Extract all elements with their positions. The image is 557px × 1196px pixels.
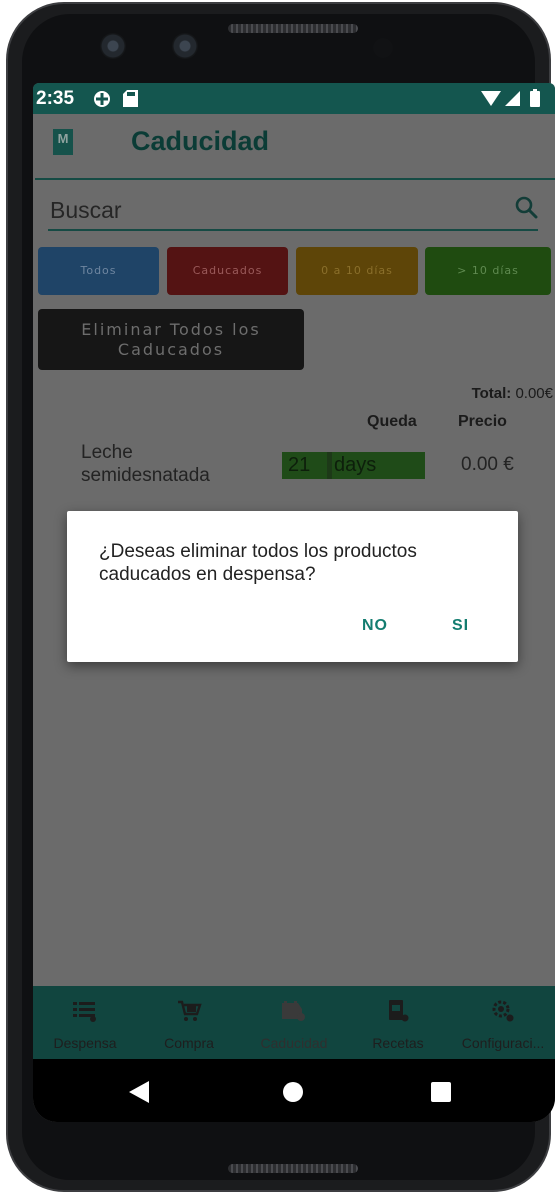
front-camera-left xyxy=(100,33,126,59)
product-price: 0.00 € xyxy=(461,454,514,475)
battery-icon xyxy=(530,89,540,107)
filter-over-10-days-button[interactable]: > 10 días xyxy=(425,247,551,295)
settings-icon xyxy=(492,1000,514,1022)
filter-todos-button[interactable]: Todos xyxy=(38,247,159,295)
front-camera-right xyxy=(172,33,198,59)
page-title: Caducidad xyxy=(131,126,270,156)
app-bar: M Caducidad xyxy=(33,114,555,178)
product-name-line1: Leche xyxy=(81,442,133,463)
nav-item-recetas[interactable]: Recetas xyxy=(346,986,450,1059)
nav-item-compra[interactable]: Compra xyxy=(137,986,241,1059)
dialog-message: ¿Deseas eliminar todos los productos cad… xyxy=(99,541,417,585)
data-saver-icon xyxy=(94,91,110,107)
bottom-speaker xyxy=(228,1164,358,1173)
total-summary: Total: 0.00€ xyxy=(472,385,553,402)
home-icon[interactable] xyxy=(282,1081,304,1103)
recents-icon[interactable] xyxy=(430,1081,452,1103)
proximity-sensor xyxy=(373,38,393,58)
days-separator xyxy=(327,452,332,479)
delete-all-label-line1: Eliminar Todos los xyxy=(81,320,261,339)
column-header-remaining: Queda xyxy=(367,413,417,430)
sd-card-icon xyxy=(123,90,138,107)
list-icon xyxy=(73,1002,96,1022)
top-speaker xyxy=(228,24,358,33)
cart-icon xyxy=(178,1000,202,1021)
days-remaining-badge: 21 days xyxy=(282,452,425,479)
nav-label-caducidad: Caducidad xyxy=(260,1035,328,1051)
recipe-icon xyxy=(389,1000,409,1022)
search-input[interactable]: Buscar xyxy=(48,191,538,231)
delete-all-label-line2: Caducados xyxy=(117,340,225,359)
system-navigation-bar xyxy=(33,1059,555,1122)
total-value: 0.00€ xyxy=(515,385,553,402)
nav-label-compra: Compra xyxy=(164,1035,214,1051)
nav-item-despensa[interactable]: Despensa xyxy=(33,986,137,1059)
dialog-no-button[interactable]: NO xyxy=(362,617,388,635)
nav-item-configuracion[interactable]: Configuraci... xyxy=(451,986,555,1059)
signal-icon xyxy=(505,91,520,106)
column-header-price: Precio xyxy=(458,413,507,430)
nav-label-recetas: Recetas xyxy=(372,1035,424,1051)
wifi-icon xyxy=(481,91,501,106)
status-time: 2:35 xyxy=(36,88,75,109)
total-label: Total: xyxy=(471,385,512,402)
filter-caducados-button[interactable]: Caducados xyxy=(167,247,288,295)
nav-label-despensa: Despensa xyxy=(53,1035,117,1051)
delete-all-expired-button[interactable]: Eliminar Todos los Caducados xyxy=(38,309,304,370)
product-name[interactable]: Leche semidesnatada xyxy=(81,441,210,487)
app-logo: M xyxy=(53,129,73,155)
search-icon[interactable] xyxy=(514,195,538,219)
status-bar: 2:35 xyxy=(33,83,555,114)
dialog-yes-button[interactable]: SI xyxy=(452,617,469,635)
nav-item-caducidad[interactable]: Caducidad xyxy=(242,986,346,1059)
confirm-dialog: ¿Deseas eliminar todos los productos cad… xyxy=(67,511,518,662)
filter-0-10-days-button[interactable]: 0 a 10 días xyxy=(296,247,418,295)
days-remaining-value: 21 xyxy=(288,454,311,476)
nav-label-configuracion: Configuraci... xyxy=(461,1035,545,1051)
product-name-line2: semidesnatada xyxy=(81,465,210,486)
filter-bar: Todos Caducados 0 a 10 días > 10 días xyxy=(38,247,555,295)
app-screen: 2:35 M Caducidad Buscar Todos Caducados … xyxy=(33,83,555,1122)
calendar-icon xyxy=(282,1001,305,1021)
bottom-navigation: Despensa Compra Caducidad Recetas Config… xyxy=(33,986,555,1059)
back-icon[interactable] xyxy=(129,1081,149,1103)
header-divider xyxy=(35,178,555,180)
days-remaining-unit: days xyxy=(334,454,377,476)
search-placeholder: Buscar xyxy=(50,197,122,223)
